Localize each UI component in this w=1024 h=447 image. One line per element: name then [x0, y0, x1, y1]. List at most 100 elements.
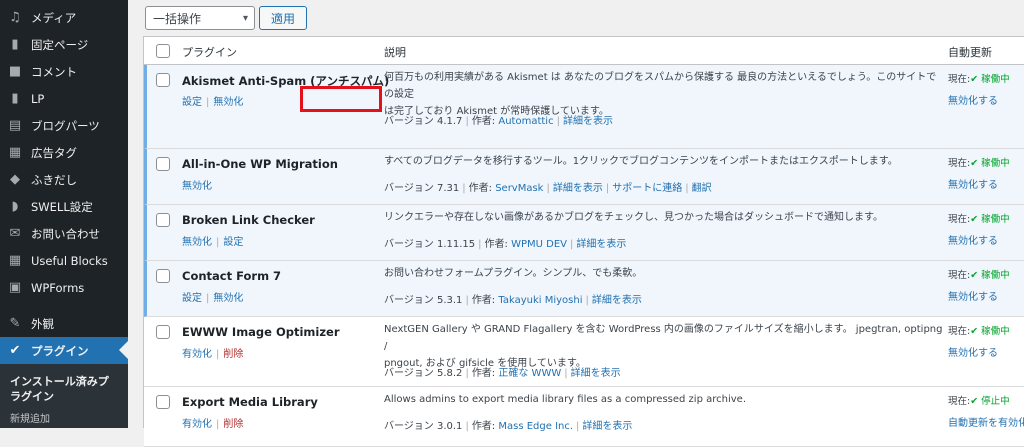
auto-update-toggle-link[interactable]: 無効化する — [948, 232, 998, 247]
sidebar-item-label: 広告タグ — [31, 145, 77, 160]
sidebar-item-ad-tag[interactable]: ▦ 広告タグ — [0, 139, 128, 166]
select-all-checkbox[interactable] — [156, 44, 170, 58]
balloon-icon: ◆ — [10, 172, 20, 187]
plugin-name: All-in-One WP Migration — [182, 157, 338, 171]
sidebar-item-label: 外観 — [31, 316, 54, 331]
sidebar-item-page[interactable]: ▮ 固定ページ — [0, 31, 128, 58]
details-link[interactable]: 詳細を表示 — [563, 116, 613, 127]
status-badge: ✔ 稼働中 — [970, 326, 1010, 337]
auto-update-toggle-link[interactable]: 無効化する — [948, 344, 998, 359]
settings-link[interactable]: 設定 — [223, 237, 243, 248]
plugin-meta: バージョン 3.0.1 | 作者: Mass Edge Inc. | 詳細を表示 — [384, 417, 632, 432]
settings-link[interactable]: 設定 — [182, 97, 202, 108]
plugin-description: すべてのブログデータを移行するツール。1クリックでブログコンテンツをインポートま… — [384, 153, 944, 170]
sidebar-item-plugin[interactable]: ✔ プラグイン — [0, 337, 128, 364]
sidebar-item-grid[interactable]: ▦ Useful Blocks — [0, 247, 128, 274]
plugin-checkbox[interactable] — [156, 213, 170, 227]
author-label: 作者: — [471, 116, 496, 127]
plugin-meta: バージョン 5.3.1 | 作者: Takayuki Miyoshi | 詳細を表示 — [384, 291, 642, 306]
sidebar-item-document[interactable]: ▮ LP — [0, 85, 128, 112]
extra-link[interactable]: 翻訳 — [692, 183, 712, 194]
header-auto-update: 自動更新 — [948, 46, 992, 59]
plugin-icon: ✔ — [9, 343, 21, 358]
auto-update-status: 現在:✔ 稼働中 — [948, 323, 1010, 337]
details-link[interactable]: 詳細を表示 — [571, 368, 621, 379]
sidebar-item-label: プラグイン — [31, 343, 89, 358]
details-link[interactable]: 詳細を表示 — [592, 295, 642, 306]
author-label: 作者: — [471, 295, 496, 306]
sidebar-item-label: SWELL設定 — [31, 199, 93, 214]
media-icon: ♫ — [9, 10, 21, 25]
sidebar-item-media[interactable]: ♫ メディア — [0, 4, 128, 31]
author-link[interactable]: Takayuki Miyoshi — [498, 295, 582, 306]
mail-icon: ✉ — [9, 226, 21, 241]
separator: | — [585, 295, 589, 306]
auto-update-toggle-link[interactable]: 無効化する — [948, 176, 998, 191]
plugin-checkbox[interactable] — [156, 395, 170, 409]
plugin-actions: 無効化 — [182, 177, 212, 192]
extra-link[interactable]: サポートに連絡 — [612, 183, 682, 194]
details-link[interactable]: 詳細を表示 — [576, 239, 626, 250]
plugin-checkbox[interactable] — [156, 325, 170, 339]
plugin-row: EWWW Image Optimizer 有効化 | 削除 NextGEN Galler… — [144, 317, 1024, 387]
sidebar-item-balloon[interactable]: ◆ ふきだし — [0, 166, 128, 193]
author-link[interactable]: Automattic — [498, 116, 553, 127]
sidebar-item-mail[interactable]: ✉ お問い合わせ — [0, 220, 128, 247]
form-icon: ▣ — [8, 280, 22, 295]
activate-link[interactable]: 有効化 — [182, 349, 212, 360]
author-link[interactable]: WPMU DEV — [511, 239, 567, 250]
activate-link[interactable]: 有効化 — [182, 419, 212, 430]
plugin-name: Contact Form 7 — [182, 269, 282, 283]
deactivate-link[interactable]: 無効化 — [182, 181, 212, 192]
auto-update-toggle-link[interactable]: 無効化する — [948, 288, 998, 303]
plugin-checkbox[interactable] — [156, 269, 170, 283]
plugin-name: EWWW Image Optimizer — [182, 325, 340, 339]
sidebar-item-label: WPForms — [31, 280, 85, 295]
author-link[interactable]: 正確な WWW — [498, 368, 561, 379]
sidebar-item-swell[interactable]: ◗ SWELL設定 — [0, 193, 128, 220]
separator: | — [216, 349, 220, 360]
auto-update-toggle-link[interactable]: 無効化する — [948, 92, 998, 107]
description-line: お問い合わせフォームプラグイン。シンプル、でも柔軟。 — [384, 268, 643, 279]
page-icon: ▮ — [11, 37, 19, 52]
separator: | — [206, 293, 210, 304]
submenu-add-new[interactable]: 新規追加 — [0, 410, 128, 425]
plugin-description: Allows admins to export media library fi… — [384, 391, 944, 408]
details-link[interactable]: 詳細を表示 — [582, 421, 632, 432]
chevron-down-icon: ▾ — [242, 12, 248, 24]
deactivate-link[interactable]: 無効化 — [182, 237, 212, 248]
plugin-meta: バージョン 1.11.15 | 作者: WPMU DEV | 詳細を表示 — [384, 235, 626, 250]
plugin-checkbox[interactable] — [156, 73, 170, 87]
description-line: すべてのブログデータを移行するツール。1クリックでブログコンテンツをインポートま… — [384, 156, 898, 167]
ad-tag-icon: ▦ — [8, 145, 22, 160]
plugin-description: お問い合わせフォームプラグイン。シンプル、でも柔軟。 — [384, 265, 944, 282]
sidebar-item-blog-parts[interactable]: ▤ ブログパーツ — [0, 112, 128, 139]
sidebar-item-label: ブログパーツ — [31, 118, 100, 133]
sidebar-item-label: お問い合わせ — [31, 226, 100, 241]
status-prefix: 現在: — [948, 214, 971, 225]
sidebar-item-comment[interactable]: ■ コメント — [0, 58, 128, 85]
separator: | — [605, 183, 610, 194]
auto-update-toggle-link[interactable]: 自動更新を有効化 — [948, 414, 1024, 429]
blog-parts-icon: ▤ — [8, 118, 22, 133]
description-line: 何百万もの利用実績がある Akismet は あなたのブログをスパムから保護する… — [384, 72, 937, 100]
deactivate-link[interactable]: 無効化 — [213, 293, 243, 304]
description-line: Allows admins to export media library fi… — [384, 394, 746, 405]
apply-button[interactable]: 適用 — [259, 6, 307, 30]
submenu-installed-plugins[interactable]: インストール済みプラグイン — [0, 374, 118, 404]
description-line: NextGEN Gallery や GRAND Flagallery を含む W… — [384, 324, 943, 352]
sidebar-item-appearance[interactable]: ✎ 外観 — [0, 310, 128, 337]
plugin-meta: バージョン 4.1.7 | 作者: Automattic | 詳細を表示 — [384, 112, 613, 127]
settings-link[interactable]: 設定 — [182, 293, 202, 304]
separator: | — [465, 116, 469, 127]
delete-link[interactable]: 削除 — [223, 349, 243, 360]
plugin-checkbox[interactable] — [156, 157, 170, 171]
deactivate-link[interactable]: 無効化 — [213, 97, 243, 108]
author-link[interactable]: ServMask — [495, 183, 543, 194]
sidebar-item-form[interactable]: ▣ WPForms — [0, 274, 128, 301]
separator: | — [556, 116, 560, 127]
delete-link[interactable]: 削除 — [223, 419, 243, 430]
author-link[interactable]: Mass Edge Inc. — [498, 421, 573, 432]
bulk-action-select[interactable]: 一括操作 ▾ — [145, 6, 255, 30]
details-link[interactable]: 詳細を表示 — [553, 183, 603, 194]
